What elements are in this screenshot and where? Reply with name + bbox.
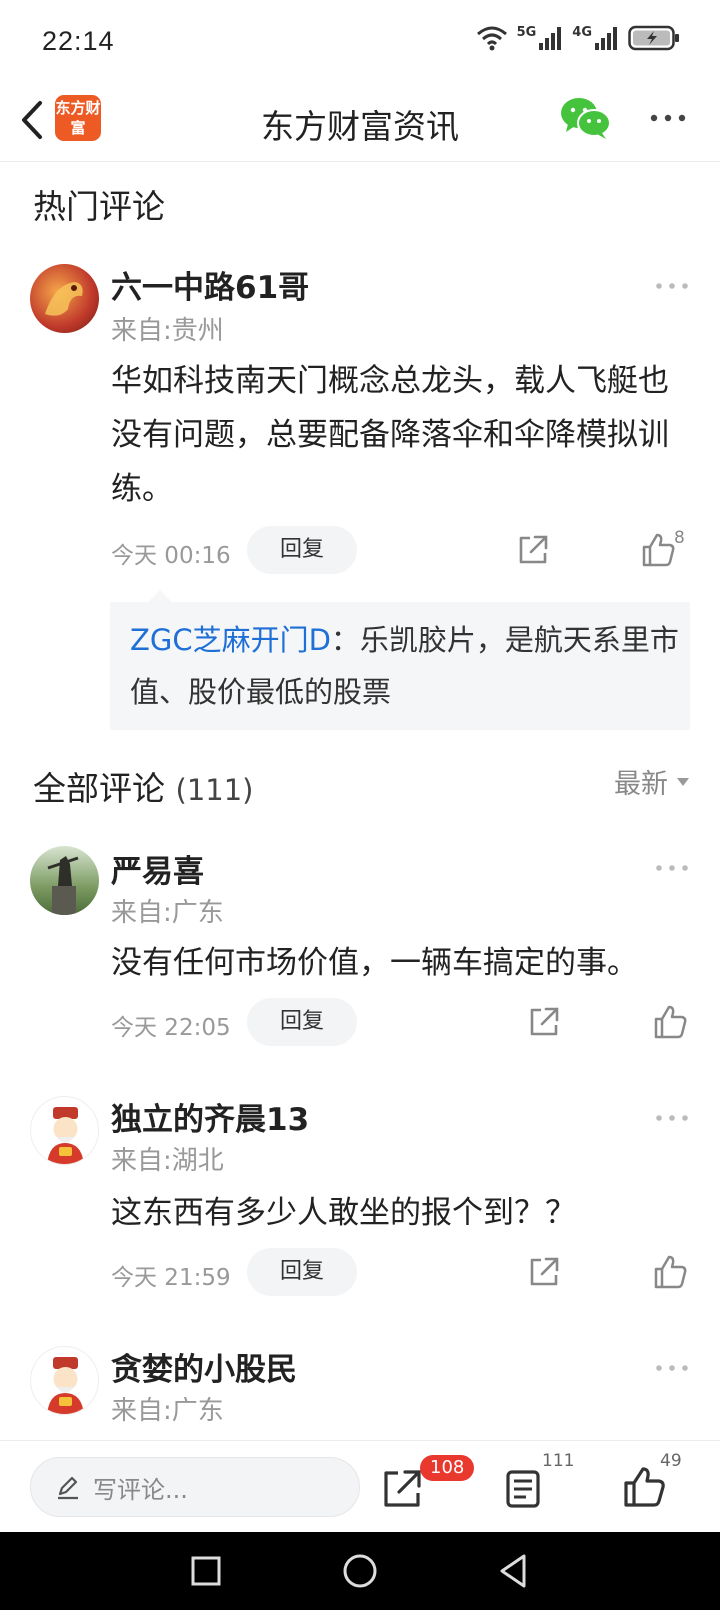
- like-count: 49: [660, 1451, 682, 1471]
- username[interactable]: 独立的齐晨13: [111, 1094, 309, 1139]
- comments-list-icon[interactable]: [502, 1467, 546, 1511]
- network-5g-label: 5G: [516, 25, 537, 40]
- comment-more-icon[interactable]: [654, 858, 690, 878]
- signal-4g-icon: 4G: [572, 25, 620, 51]
- username[interactable]: 六一中路61哥: [111, 262, 309, 307]
- write-comment-input[interactable]: 写评论...: [30, 1457, 360, 1517]
- status-icons: 5G 4G: [475, 24, 680, 52]
- avatar[interactable]: [30, 1346, 99, 1415]
- fortune-god-avatar-icon: [47, 1107, 84, 1164]
- username[interactable]: 严易喜: [111, 846, 204, 891]
- reply-button[interactable]: 回复: [247, 526, 357, 574]
- thumbs-up-icon[interactable]: [640, 532, 676, 568]
- home-icon[interactable]: [340, 1551, 380, 1591]
- comment-more-icon[interactable]: [654, 1108, 690, 1128]
- comment-more-icon[interactable]: [654, 276, 690, 296]
- battery-icon: [628, 25, 679, 51]
- username[interactable]: 贪婪的小股民: [111, 1344, 297, 1389]
- comment-count: 111: [542, 1451, 575, 1471]
- write-comment-placeholder: 写评论...: [93, 1475, 188, 1504]
- signal-5g-icon: 5G: [517, 25, 565, 51]
- comment-more-icon[interactable]: [654, 1358, 690, 1378]
- all-comments-title: 全部评论 (111): [33, 762, 253, 810]
- all-comments-count: (111): [175, 773, 254, 807]
- header-bar: 东方财富 东方财富资讯: [0, 80, 720, 162]
- hot-comments-title: 热门评论: [33, 187, 165, 226]
- share-icon[interactable]: [527, 1005, 561, 1039]
- share-count-badge: 108: [420, 1455, 475, 1481]
- statue-avatar-icon: [47, 856, 79, 915]
- sort-dropdown[interactable]: 最新: [614, 762, 690, 801]
- pencil-icon: [58, 1476, 78, 1500]
- comment-time: 今天 21:59: [111, 1265, 231, 1291]
- reply-content: ZGC芝麻开门D：乐凯胶片，是航天系里市值、股价最低的股票: [130, 614, 680, 718]
- comment-time: 今天 22:05: [111, 1015, 231, 1041]
- wifi-icon: [476, 26, 507, 51]
- thumbs-up-icon[interactable]: [652, 1004, 688, 1040]
- status-bar: 22:14 5G 4G: [0, 0, 720, 80]
- more-dots-icon: [650, 114, 686, 122]
- share-icon[interactable]: [527, 1255, 561, 1289]
- thumbs-up-icon[interactable]: [652, 1254, 688, 1290]
- wechat-share-button[interactable]: [560, 96, 612, 140]
- bottom-action-bar: 写评论... 108 111 49: [0, 1440, 720, 1532]
- recent-apps-icon[interactable]: [186, 1551, 226, 1591]
- like-count: 8: [674, 528, 685, 548]
- wechat-icon: [561, 98, 611, 139]
- avatar[interactable]: [30, 264, 99, 333]
- sort-label: 最新: [614, 769, 668, 800]
- app-logo: 东方财富: [55, 95, 101, 141]
- caret-down-icon: [677, 777, 689, 786]
- comment-time: 今天 00:16: [111, 543, 231, 569]
- network-4g-label: 4G: [572, 25, 592, 40]
- more-options-button[interactable]: [648, 98, 688, 138]
- share-icon[interactable]: [380, 1467, 424, 1511]
- back-nav-icon[interactable]: [494, 1551, 534, 1591]
- comment-text: 没有任何市场价值，一辆车搞定的事。: [111, 945, 638, 981]
- status-time: 22:14: [42, 26, 115, 56]
- location-label: 来自:贵州: [111, 316, 224, 346]
- reply-username[interactable]: ZGC芝麻开门D: [130, 623, 331, 657]
- thumbs-up-icon[interactable]: [622, 1465, 666, 1509]
- system-nav-bar: [0, 1532, 720, 1610]
- location-label: 来自:广东: [111, 898, 224, 928]
- comment-text: 这东西有多少人敢坐的报个到？？: [111, 1195, 576, 1231]
- reply-button[interactable]: 回复: [247, 1248, 357, 1296]
- signal-bars-2-icon: [595, 27, 617, 50]
- avatar[interactable]: [30, 1096, 99, 1165]
- signal-bars-1-icon: [539, 27, 562, 50]
- share-icon[interactable]: [516, 533, 550, 567]
- location-label: 来自:广东: [111, 1396, 224, 1426]
- all-comments-label: 全部评论: [33, 769, 165, 808]
- comment-text: 华如科技南天门概念总龙头，载人飞艇也没有问题，总要配备降落伞和伞降模拟训练。: [111, 363, 669, 507]
- chevron-left-icon: [22, 101, 42, 139]
- fortune-god-avatar-icon: [47, 1357, 84, 1414]
- page-title: 东方财富资讯: [261, 107, 459, 146]
- location-label: 来自:湖北: [111, 1146, 224, 1176]
- reply-button[interactable]: 回复: [247, 998, 357, 1046]
- avatar[interactable]: [30, 846, 99, 915]
- dragon-avatar-icon: [45, 282, 83, 316]
- reply-pointer: [148, 590, 172, 602]
- reply-box[interactable]: ZGC芝麻开门D：乐凯胶片，是航天系里市值、股价最低的股票: [110, 602, 690, 730]
- back-button[interactable]: [12, 96, 52, 144]
